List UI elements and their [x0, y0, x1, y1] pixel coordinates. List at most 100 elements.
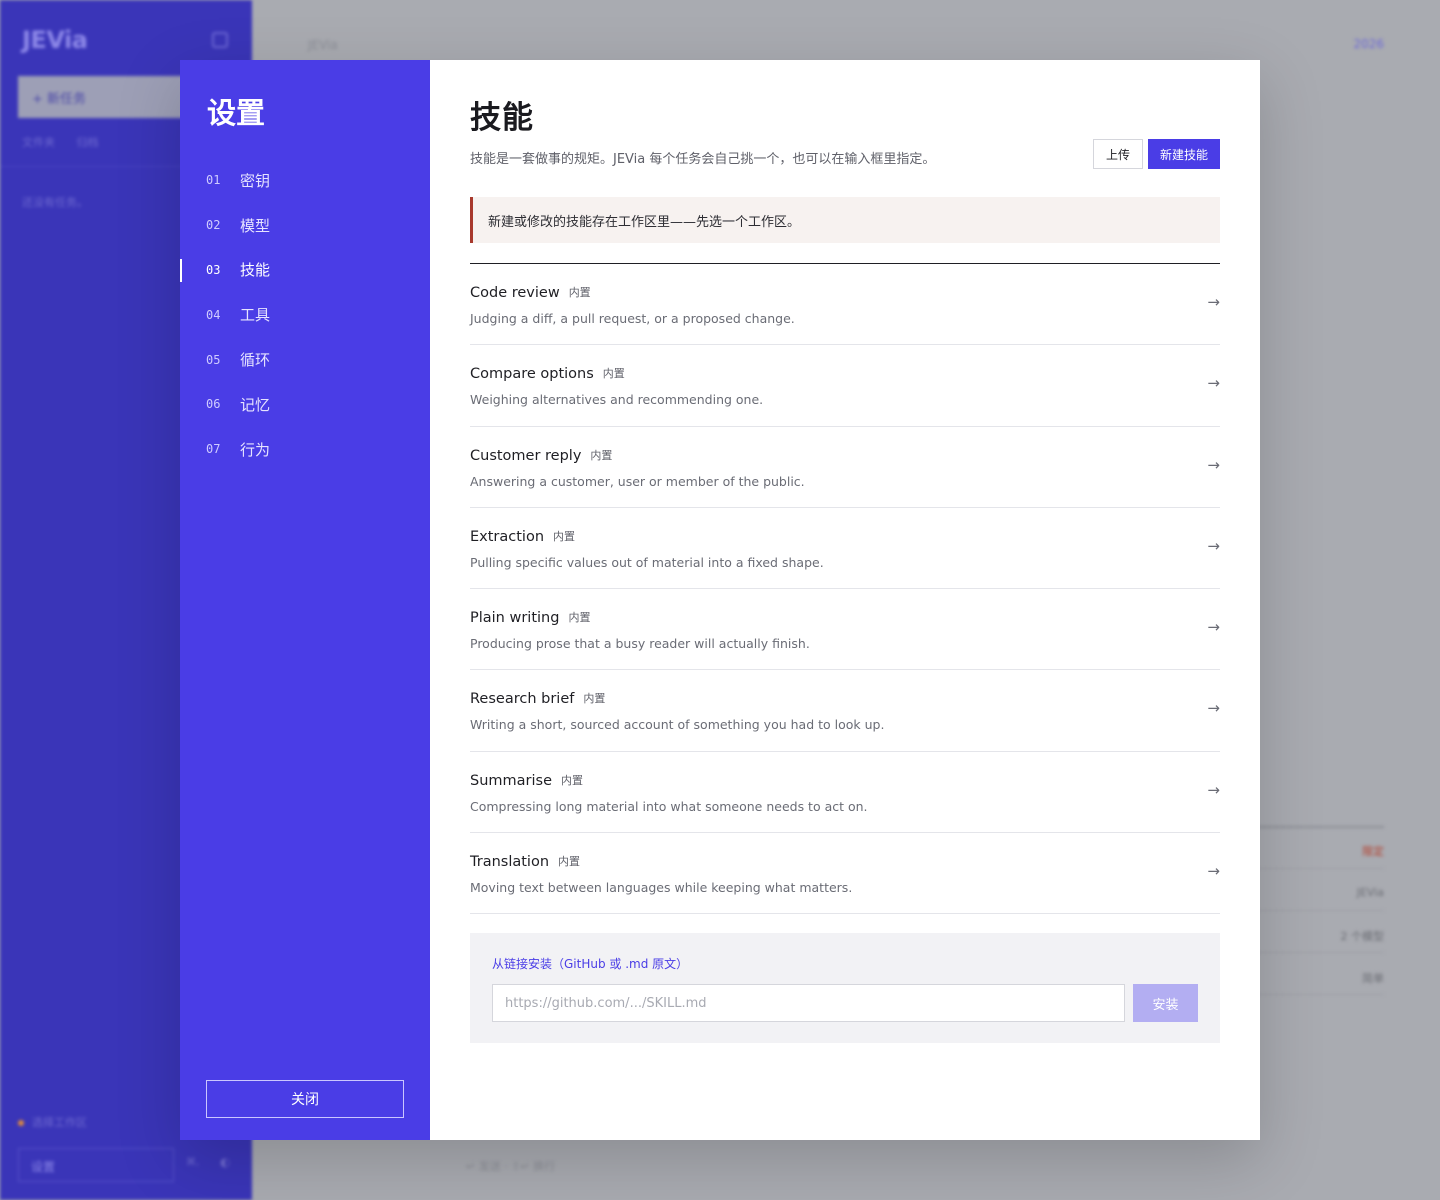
- arrow-right-icon: →: [1207, 374, 1220, 393]
- install-row: 安装: [492, 984, 1198, 1022]
- panel-row-value: 简单: [1362, 972, 1384, 985]
- arrow-right-icon: →: [1207, 862, 1220, 881]
- install-button[interactable]: 安装: [1133, 984, 1198, 1022]
- nav-item-behavior[interactable]: 07 行为: [180, 427, 430, 472]
- install-from-link: 从链接安装（GitHub 或 .md 原文） 安装: [470, 933, 1220, 1043]
- sidebar-collapse-icon: [212, 32, 228, 48]
- skill-item-translation[interactable]: Translation 内置 Moving text between langua…: [470, 833, 1220, 915]
- skill-description: Producing prose that a busy reader will …: [470, 636, 810, 652]
- skill-description: Compressing long material into what some…: [470, 798, 868, 814]
- skills-panel: 技能 技能是一套做事的规矩。JEVia 每个任务会自己挑一个，也可以在输入框里指…: [430, 60, 1260, 1140]
- builtin-badge: 内置: [553, 529, 576, 543]
- theme-icon: ◐: [220, 1155, 231, 1169]
- nav-item-number: 06: [206, 397, 221, 412]
- arrow-right-icon: →: [1207, 618, 1220, 637]
- top-right-text: 2026: [1353, 37, 1384, 51]
- panel-row-line: [1252, 910, 1384, 911]
- skill-description: Writing a short, sourced account of some…: [470, 717, 885, 733]
- skill-name: Research brief: [470, 691, 575, 708]
- nav-item-loops[interactable]: 05 循环: [180, 337, 430, 382]
- skill-url-input[interactable]: [492, 984, 1125, 1022]
- builtin-badge: 内置: [561, 773, 583, 787]
- arrow-right-icon: →: [1207, 455, 1220, 474]
- skill-name: Extraction: [470, 528, 545, 545]
- nav-item-label: 技能: [240, 261, 271, 280]
- settings-nav-list: 01 密钥 02 模型 03 技能 04 工具 05 循环 06 记忆 07 行为: [180, 158, 430, 472]
- builtin-badge: 内置: [602, 367, 625, 381]
- panel-row-value: 2 个模型: [1340, 930, 1385, 943]
- skill-name: Translation: [470, 854, 550, 871]
- arrow-right-icon: →: [1207, 536, 1220, 555]
- skill-description: Weighing alternatives and recommending o…: [470, 392, 764, 408]
- sidebar-link-folder: 文件夹: [22, 136, 55, 149]
- nav-item-keys[interactable]: 01 密钥: [180, 158, 430, 203]
- workspace-dot-icon: [18, 1120, 24, 1126]
- panel-row-value: 限定: [1362, 845, 1384, 858]
- panel-row-line: [1252, 868, 1384, 869]
- panel-divider: [1252, 826, 1384, 828]
- builtin-badge: 内置: [583, 692, 606, 706]
- settings-button: 设置: [18, 1148, 174, 1182]
- nav-item-number: 04: [206, 307, 221, 322]
- nav-item-number: 07: [206, 442, 221, 457]
- nav-item-number: 03: [206, 262, 221, 277]
- panel-row-value: JEVia: [1356, 886, 1384, 899]
- new-skill-button[interactable]: 新建技能: [1147, 139, 1220, 169]
- header-actions: 上传 新建技能: [1092, 139, 1220, 169]
- skill-name: Compare options: [470, 366, 594, 383]
- skill-description: Pulling specific values out of material …: [470, 554, 824, 570]
- workspace-selector: 选择工作区: [18, 1114, 87, 1130]
- upload-button[interactable]: 上传: [1092, 139, 1143, 169]
- skill-name: Code review: [470, 285, 560, 301]
- skill-name: Plain writing: [470, 610, 560, 627]
- breadcrumb: JEVia: [308, 38, 338, 52]
- settings-modal: 设置 01 密钥 02 模型 03 技能 04 工具 05 循环 06 记忆 07 行为 关闭…: [180, 60, 1260, 1140]
- workspace-label: 选择工作区: [32, 1116, 87, 1129]
- nav-item-label: 行为: [240, 440, 271, 459]
- sidebar-link-archive: 归档: [76, 136, 99, 149]
- nav-item-label: 模型: [240, 216, 271, 235]
- builtin-badge: 内置: [568, 286, 591, 299]
- nav-item-number: 05: [206, 352, 221, 367]
- nav-item-label: 密钥: [240, 171, 271, 190]
- arrow-right-icon: →: [1207, 699, 1220, 718]
- page-description: 技能是一套做事的规矩。JEVia 每个任务会自己挑一个，也可以在输入框里指定。: [470, 152, 936, 167]
- skill-item-summarise[interactable]: Summarise 内置 Compressing long material in…: [470, 752, 1220, 834]
- skill-item-extraction[interactable]: Extraction 内置 Pulling specific values out…: [470, 508, 1220, 590]
- builtin-badge: 内置: [590, 448, 613, 462]
- skill-item-code-review[interactable]: Code review 内置 Judging a diff, a pull req…: [470, 264, 1220, 346]
- skill-description: Answering a customer, user or member of …: [470, 473, 805, 489]
- nav-item-label: 工具: [240, 306, 271, 325]
- skill-item-customer-reply[interactable]: Customer reply 内置 Answering a customer, u…: [470, 427, 1220, 508]
- app-logo: JEVia: [22, 26, 88, 54]
- nav-item-models[interactable]: 02 模型: [180, 203, 430, 248]
- nav-item-tools[interactable]: 04 工具: [180, 292, 430, 337]
- page-title: 技能: [470, 100, 534, 136]
- panel-row-line: [1252, 994, 1384, 995]
- empty-hint: 还没有任务。: [22, 196, 88, 209]
- sidebar-links: 文件夹 归档: [22, 134, 117, 150]
- settings-title: 设置: [207, 96, 266, 130]
- composer-hint: ↵ 发送 · ⇧↵ 换行: [466, 1160, 556, 1173]
- workspace-notice: 新建或修改的技能存在工作区里——先选一个工作区。: [470, 197, 1220, 243]
- skill-item-plain-writing[interactable]: Plain writing 内置 Producing prose that a b…: [470, 589, 1220, 671]
- nav-item-skills[interactable]: 03 技能: [180, 248, 430, 293]
- skill-name: Summarise: [470, 772, 552, 789]
- close-button[interactable]: 关闭: [206, 1080, 404, 1118]
- builtin-badge: 内置: [558, 855, 581, 869]
- install-label: 从链接安装（GitHub 或 .md 原文）: [492, 957, 689, 971]
- skill-item-compare-options[interactable]: Compare options 内置 Weighing alternatives …: [470, 345, 1220, 427]
- nav-item-label: 记忆: [240, 395, 271, 414]
- nav-item-number: 02: [206, 218, 221, 233]
- builtin-badge: 内置: [568, 611, 591, 625]
- arrow-right-icon: →: [1207, 293, 1220, 311]
- nav-item-number: 01: [206, 173, 221, 188]
- skill-description: Moving text between languages while keep…: [470, 880, 853, 896]
- skill-item-research-brief[interactable]: Research brief 内置 Writing a short, source…: [470, 670, 1220, 752]
- skill-description: Judging a diff, a pull request, or a pro…: [470, 311, 795, 326]
- skill-name: Customer reply: [470, 447, 582, 464]
- new-task-button: + 新任务: [18, 76, 188, 118]
- nav-item-memory[interactable]: 06 记忆: [180, 382, 430, 427]
- nav-item-label: 循环: [240, 351, 271, 370]
- panel-row-line: [1252, 952, 1384, 953]
